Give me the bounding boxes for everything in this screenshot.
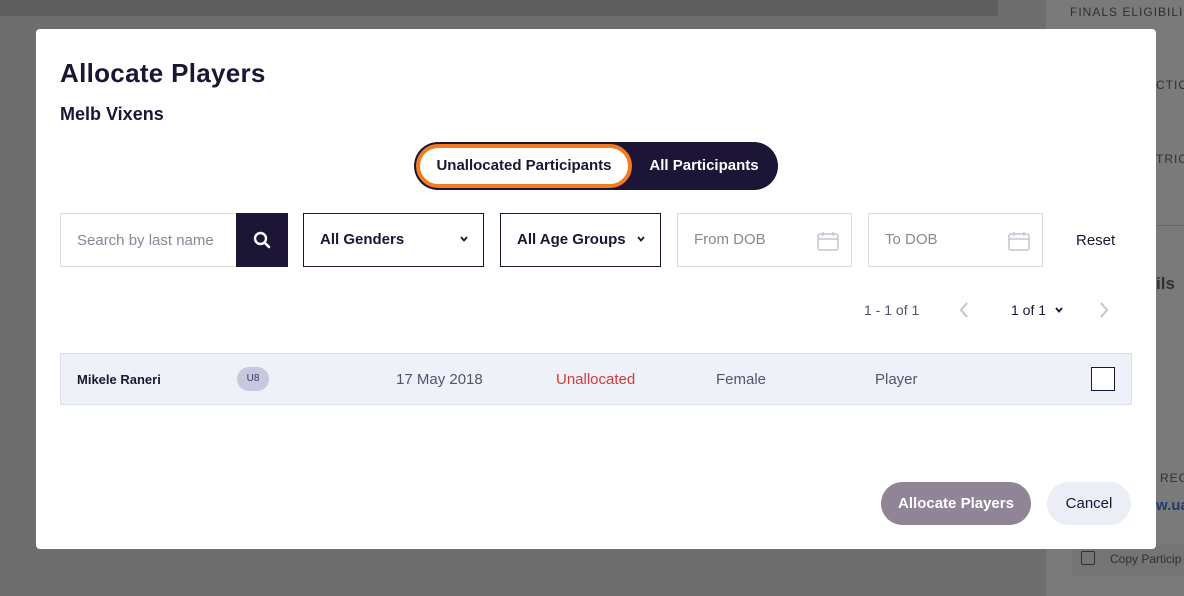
participant-gender: Female (716, 371, 767, 388)
search-field (60, 213, 288, 267)
search-input[interactable] (61, 214, 236, 266)
background-side-title: ils (1156, 274, 1175, 293)
chevron-down-icon (1055, 307, 1063, 313)
table-row: Mikele Raneri U8 17 May 2018 Unallocated… (60, 353, 1132, 405)
allocate-players-button[interactable]: Allocate Players (881, 482, 1031, 525)
background-side-text: REC (1160, 471, 1184, 485)
search-icon (253, 231, 271, 249)
background-copy-label: Copy Particip (1110, 552, 1182, 566)
select-participant-checkbox[interactable] (1091, 367, 1115, 391)
participant-name: Mikele Raneri (77, 372, 161, 387)
from-dob-field[interactable]: From DOB (677, 213, 852, 267)
gender-select-value: All Genders (320, 231, 405, 248)
background-side-text: TRIC (1156, 152, 1184, 166)
calendar-icon (817, 232, 839, 251)
participants-toggle: Unallocated Participants All Participant… (414, 142, 778, 190)
toggle-unallocated-participants[interactable]: Unallocated Participants (416, 144, 632, 188)
age-group-select[interactable]: All Age Groups (500, 213, 661, 267)
to-dob-placeholder: To DOB (885, 231, 938, 248)
from-dob-placeholder: From DOB (694, 231, 766, 248)
chevron-left-icon[interactable] (958, 301, 970, 319)
search-button[interactable] (236, 213, 288, 267)
pagination-range: 1 - 1 of 1 (864, 302, 920, 318)
page-select[interactable]: 1 of 1 (1011, 302, 1064, 318)
age-group-select-value: All Age Groups (517, 231, 626, 248)
team-name: Melb Vixens (60, 104, 164, 124)
chevron-down-icon (460, 236, 468, 242)
participant-role: Player (875, 371, 918, 388)
copy-icon (1081, 551, 1095, 565)
page-select-value: 1 of 1 (1011, 302, 1047, 318)
allocation-status: Unallocated (556, 371, 636, 388)
toggle-all-participants[interactable]: All Participants (634, 144, 774, 188)
background-side-heading: FINALS ELIGIBILI (1070, 5, 1184, 19)
reset-filters-button[interactable]: Reset (1076, 232, 1115, 249)
chevron-right-icon[interactable] (1098, 301, 1110, 319)
chevron-down-icon (637, 236, 645, 242)
cancel-button[interactable]: Cancel (1047, 482, 1131, 525)
background-side-link: w.ua (1156, 497, 1184, 514)
background-topbar (0, 0, 998, 16)
age-group-badge: U8 (237, 367, 269, 391)
background-side-text: CTIO (1156, 78, 1184, 92)
participant-dob: 17 May 2018 (396, 371, 483, 388)
calendar-icon (1008, 232, 1030, 251)
modal-title: Allocate Players (60, 58, 266, 88)
allocate-players-modal: Allocate Players Melb Vixens Unallocated… (36, 29, 1156, 549)
gender-select[interactable]: All Genders (303, 213, 484, 267)
to-dob-field[interactable]: To DOB (868, 213, 1043, 267)
